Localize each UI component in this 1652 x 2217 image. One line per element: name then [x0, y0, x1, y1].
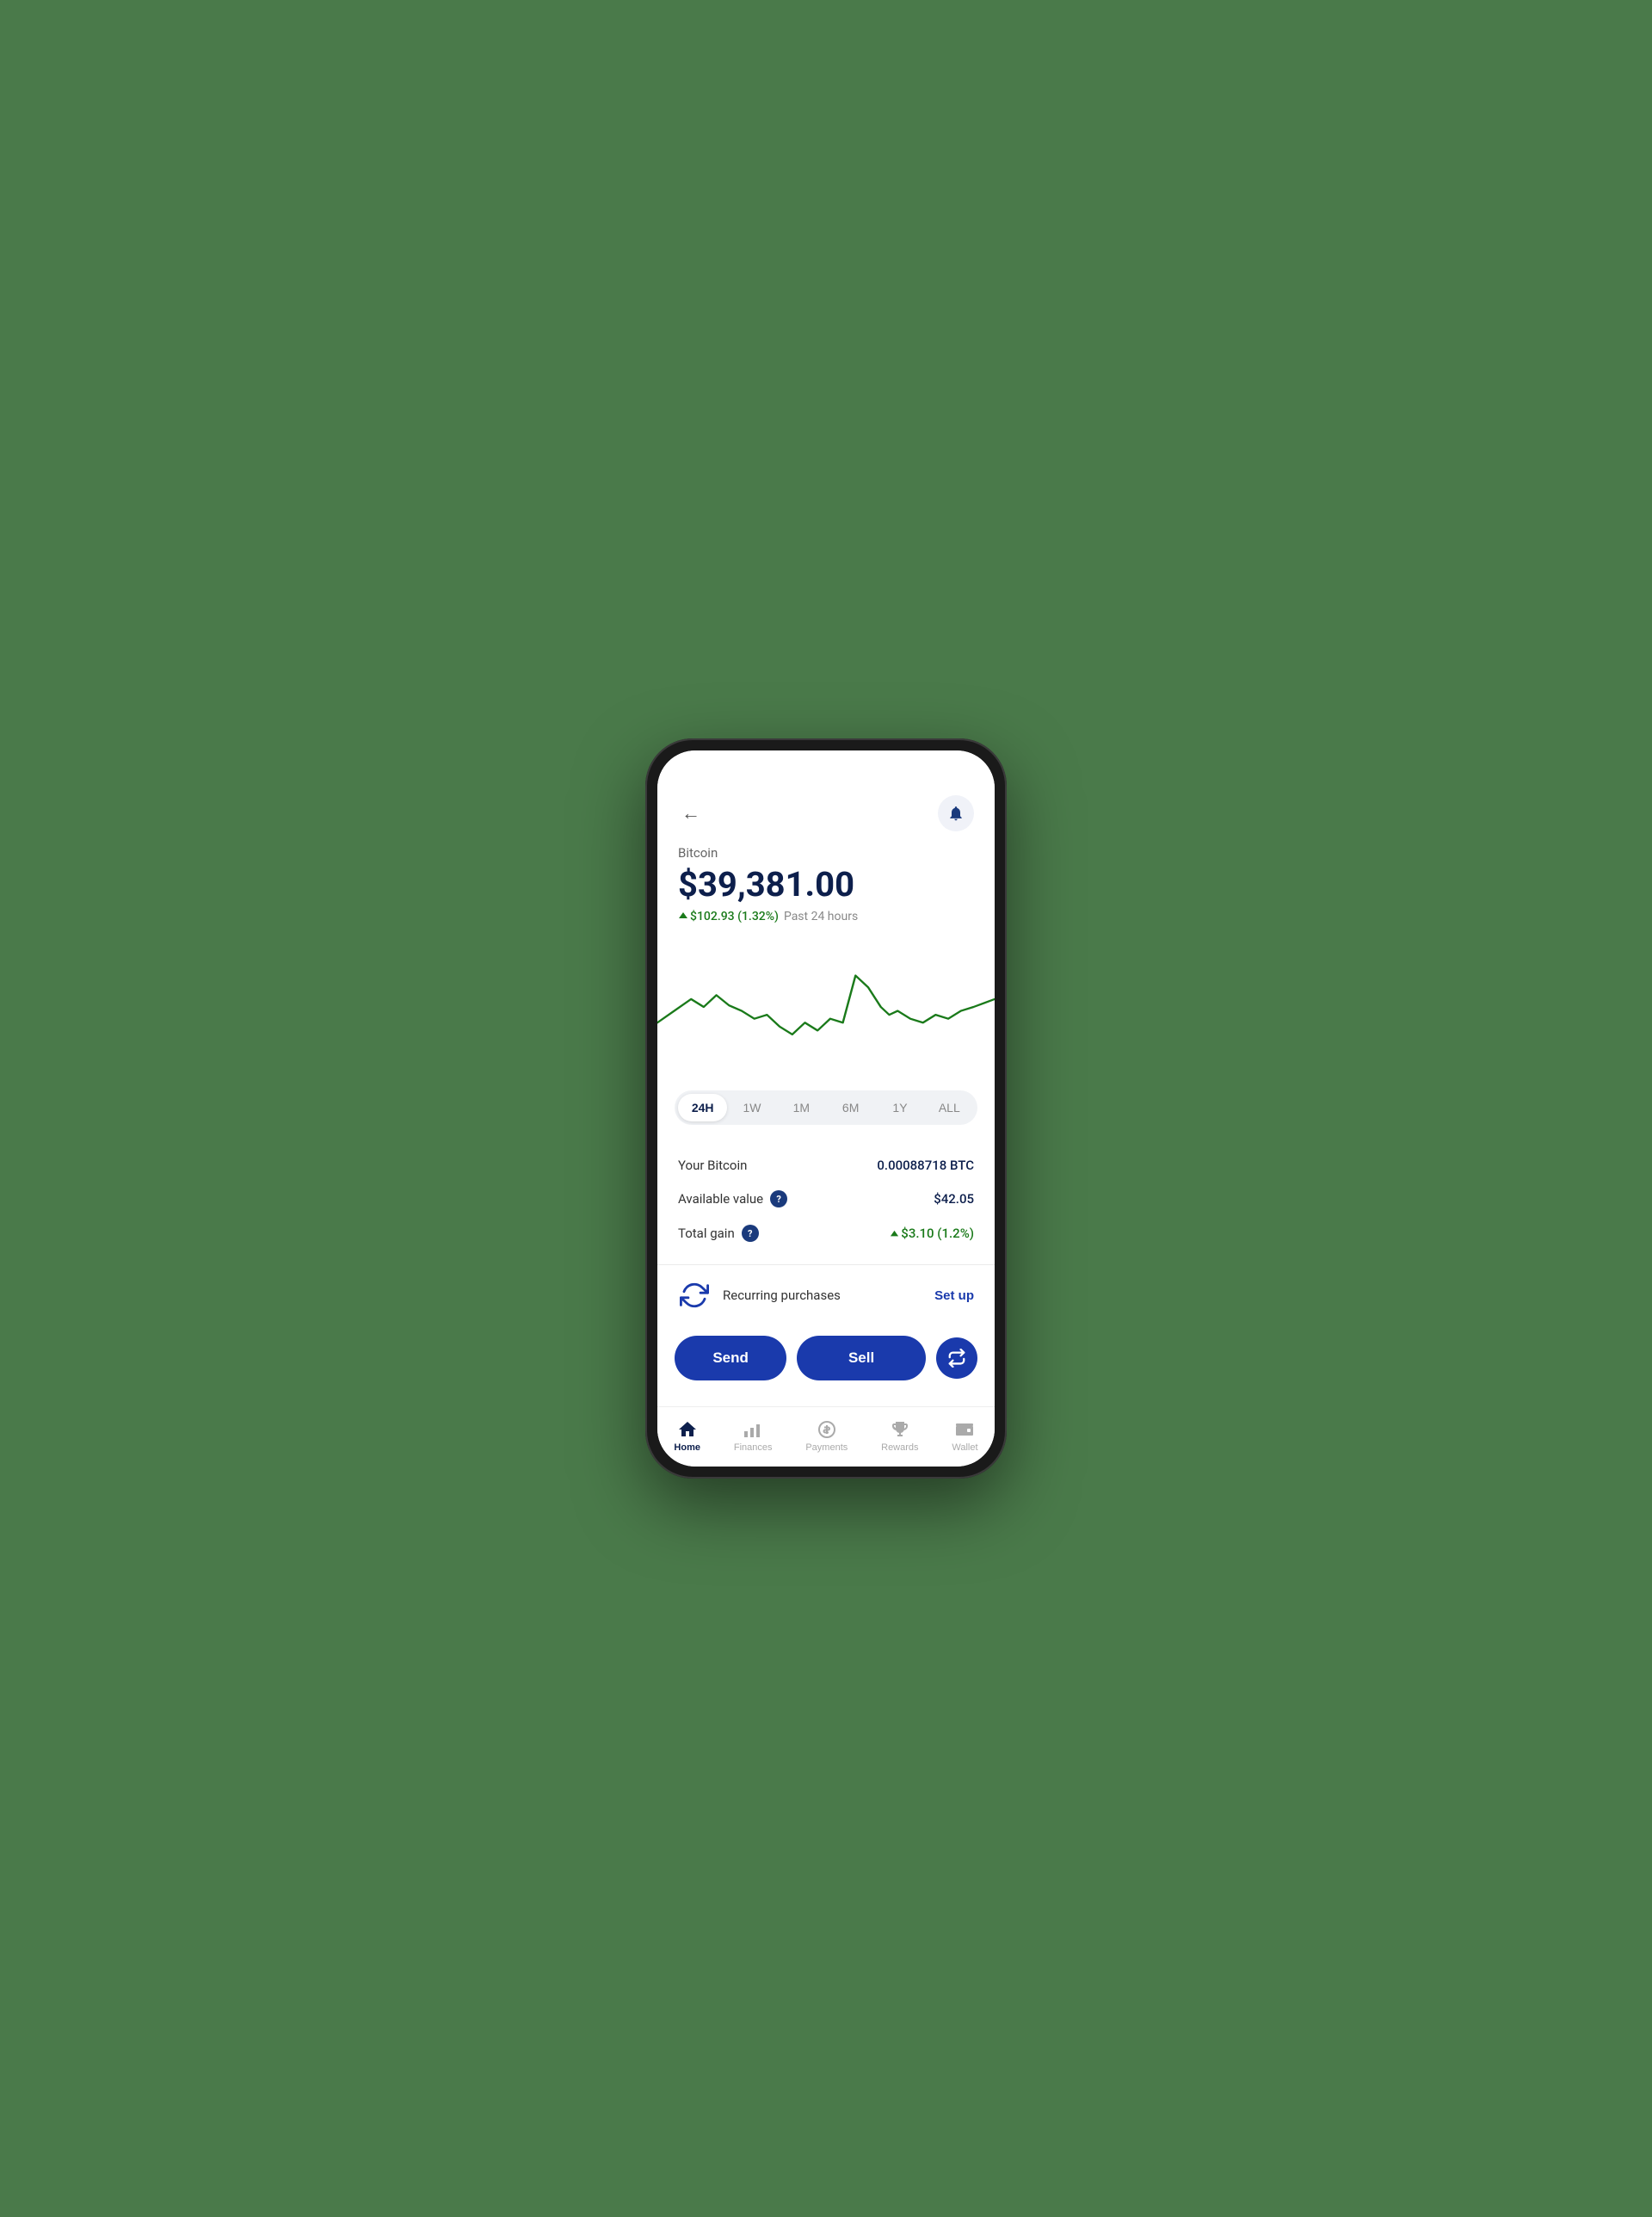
total-gain-value: $3.10 (1.2%) [890, 1226, 974, 1241]
time-selector: 24H 1W 1M 6M 1Y ALL [675, 1090, 977, 1125]
stat-row-bitcoin: Your Bitcoin 0.00088718 BTC [678, 1149, 974, 1182]
nav-label-wallet: Wallet [952, 1442, 977, 1453]
coin-name: Bitcoin [678, 845, 974, 861]
recurring-text: Recurring purchases [723, 1288, 922, 1303]
time-btn-24h[interactable]: 24H [678, 1094, 727, 1121]
time-btn-6m[interactable]: 6M [826, 1094, 875, 1121]
home-icon [677, 1419, 698, 1440]
status-bar [657, 750, 995, 788]
spacer [657, 1380, 995, 1391]
stats-section: Your Bitcoin 0.00088718 BTC Available va… [657, 1142, 995, 1264]
nav-item-home[interactable]: Home [665, 1416, 709, 1456]
stat-row-gain: Total gain ? $3.10 (1.2%) [678, 1216, 974, 1251]
payments-icon [817, 1419, 837, 1440]
notification-button[interactable] [938, 795, 974, 831]
time-btn-all[interactable]: ALL [925, 1094, 974, 1121]
nav-label-payments: Payments [805, 1442, 848, 1453]
phone-device: ← Bitcoin $39,381.00 $102.93 (1.32%) Pas… [645, 738, 1007, 1479]
price-chart [657, 944, 995, 1070]
swap-button[interactable] [936, 1337, 977, 1379]
wallet-icon [954, 1419, 975, 1440]
swap-icon [947, 1349, 966, 1368]
bell-icon [947, 805, 965, 822]
setup-link[interactable]: Set up [934, 1288, 974, 1303]
total-gain-help-icon[interactable]: ? [742, 1225, 759, 1242]
nav-item-finances[interactable]: Finances [725, 1416, 781, 1456]
nav-label-home: Home [674, 1442, 700, 1453]
time-btn-1w[interactable]: 1W [727, 1094, 776, 1121]
nav-item-rewards[interactable]: Rewards [872, 1416, 927, 1456]
available-value-help-icon[interactable]: ? [770, 1190, 787, 1207]
stat-row-available: Available value ? $42.05 [678, 1182, 974, 1216]
coin-price: $39,381.00 [678, 864, 974, 905]
available-value-value: $42.05 [934, 1191, 974, 1207]
price-change-amount: $102.93 (1.32%) [678, 910, 779, 923]
rewards-icon [890, 1419, 910, 1440]
nav-label-finances: Finances [734, 1442, 773, 1453]
nav-item-payments[interactable]: Payments [797, 1416, 856, 1456]
send-button[interactable]: Send [675, 1336, 786, 1380]
price-period: Past 24 hours [784, 910, 858, 923]
chart-container [657, 937, 995, 1084]
your-bitcoin-label: Your Bitcoin [678, 1158, 747, 1173]
time-btn-1m[interactable]: 1M [777, 1094, 826, 1121]
nav-label-rewards: Rewards [881, 1442, 918, 1453]
nav-item-wallet[interactable]: Wallet [943, 1416, 986, 1456]
total-gain-label: Total gain ? [678, 1225, 759, 1242]
content-area: ← Bitcoin $39,381.00 $102.93 (1.32%) Pas… [657, 788, 995, 1406]
finances-icon [743, 1419, 763, 1440]
sell-button[interactable]: Sell [797, 1336, 926, 1380]
back-button[interactable]: ← [678, 799, 704, 828]
bottom-nav: Home Finances Payments [657, 1406, 995, 1467]
action-buttons: Send Sell [657, 1325, 995, 1380]
gain-up-arrow-icon [890, 1230, 899, 1239]
price-change: $102.93 (1.32%) Past 24 hours [678, 910, 974, 923]
available-value-label: Available value ? [678, 1190, 787, 1207]
header: ← [657, 788, 995, 845]
price-section: Bitcoin $39,381.00 $102.93 (1.32%) Past … [657, 845, 995, 937]
your-bitcoin-value: 0.00088718 BTC [877, 1158, 974, 1173]
time-btn-1y[interactable]: 1Y [875, 1094, 924, 1121]
recurring-icon [678, 1279, 711, 1312]
recurring-section: Recurring purchases Set up [657, 1265, 995, 1325]
recurring-refresh-icon [680, 1281, 709, 1310]
up-arrow-icon [678, 911, 688, 922]
phone-screen: ← Bitcoin $39,381.00 $102.93 (1.32%) Pas… [657, 750, 995, 1467]
